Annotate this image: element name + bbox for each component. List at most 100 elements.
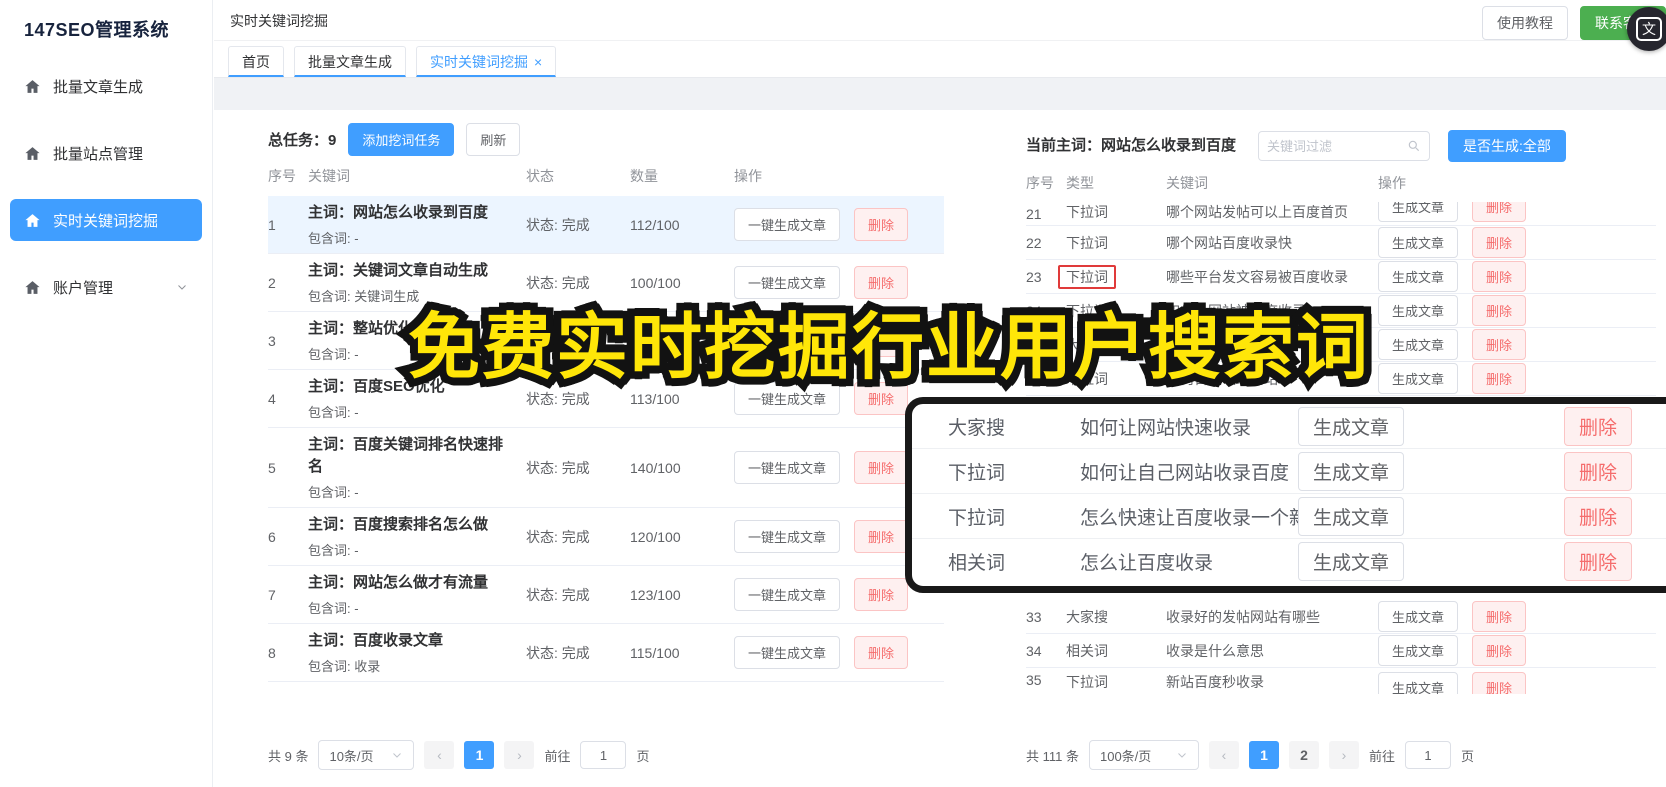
delete-button[interactable]: 删除: [1472, 601, 1527, 632]
generate-articles-button[interactable]: 一键生成文章: [734, 266, 841, 299]
table-row[interactable]: 8 主词：百度收录文章 包含词: 收录 状态: 完成 115/100 一键生成文章…: [268, 624, 944, 682]
task-sub-word: 包含词: -: [308, 485, 359, 501]
list-item: 相关词 怎么让百度收录 生成文章 删除: [912, 539, 1666, 584]
task-count: 123/100: [630, 586, 681, 603]
generate-article-button[interactable]: 生成文章: [1298, 496, 1405, 536]
close-icon[interactable]: ×: [534, 55, 542, 69]
sidebar-item-batch-article[interactable]: 批量文章生成: [10, 65, 202, 107]
table-row[interactable]: 3 主词：整站优化 包含词: - 状态: 完成 一键生成文章 删除: [268, 312, 944, 370]
delete-button[interactable]: 删除: [854, 208, 909, 241]
delete-button[interactable]: 删除: [1472, 295, 1527, 326]
task-main-word: 主词：百度收录文章: [308, 631, 444, 649]
generate-article-button[interactable]: 生成文章: [1378, 601, 1459, 632]
next-page-button[interactable]: ›: [1328, 741, 1359, 769]
generate-articles-button[interactable]: 一键生成文章: [734, 382, 841, 415]
generate-articles-button[interactable]: 一键生成文章: [734, 324, 841, 357]
generate-article-button[interactable]: 生成文章: [1298, 451, 1405, 491]
tab-bar: 首页 批量文章生成 实时关键词挖掘 ×: [214, 41, 1666, 78]
page-size-select[interactable]: 100条/页: [1088, 740, 1199, 770]
generate-articles-button[interactable]: 一键生成文章: [734, 520, 841, 553]
generate-articles-button[interactable]: 一键生成文章: [734, 578, 841, 611]
table-row[interactable]: 2 主词：关键词文章自动生成 包含词: 关键词生成 状态: 完成 100/100 …: [268, 254, 944, 312]
generate-article-button[interactable]: 生成文章: [1298, 542, 1405, 581]
delete-button[interactable]: 删除: [1564, 542, 1633, 581]
generate-articles-button[interactable]: 一键生成文章: [734, 208, 841, 241]
delete-button[interactable]: 删除: [854, 636, 909, 669]
sidebar-item-label: 批量文章生成: [53, 78, 144, 96]
generate-article-button[interactable]: 生成文章: [1378, 329, 1459, 360]
delete-button[interactable]: 删除: [854, 266, 909, 299]
table-row: 24 下拉词 如何让网站被百度收录 生成文章 删除: [1026, 294, 1656, 328]
delete-button[interactable]: 删除: [1564, 496, 1633, 536]
prev-page-button[interactable]: ‹: [424, 741, 455, 769]
delete-button[interactable]: 删除: [1472, 672, 1527, 694]
keyword-filter-input[interactable]: [1267, 138, 1407, 154]
help-button[interactable]: 使用教程: [1482, 6, 1568, 40]
table-row[interactable]: 6 主词：百度搜索排名怎么做 包含词: - 状态: 完成 120/100 一键生成…: [268, 508, 944, 566]
delete-button[interactable]: 删除: [1564, 406, 1633, 446]
prev-page-button[interactable]: ‹: [1208, 741, 1239, 769]
tab-keyword-mining[interactable]: 实时关键词挖掘 ×: [416, 46, 557, 77]
next-page-button[interactable]: ›: [504, 741, 535, 769]
generate-article-button[interactable]: 生成文章: [1378, 635, 1459, 666]
sidebar-item-account[interactable]: 账户管理: [10, 266, 202, 308]
keyword-text: 怎么让百度收录: [1080, 553, 1214, 574]
page-title: 实时关键词挖掘: [230, 13, 328, 29]
table-row[interactable]: 4 主词：百度SEO优化 包含词: - 状态: 完成 113/100 一键生成文章…: [268, 370, 944, 428]
generate-article-button[interactable]: 生成文章: [1378, 295, 1459, 326]
tab-batch-article[interactable]: 批量文章生成: [294, 46, 406, 77]
goto-page-input[interactable]: [580, 741, 627, 769]
task-sub-word: 包含词: -: [308, 601, 359, 617]
generate-article-button[interactable]: 生成文章: [1378, 363, 1459, 394]
delete-button[interactable]: 删除: [1472, 329, 1527, 360]
delete-button[interactable]: 删除: [1472, 261, 1527, 292]
list-item: 大家搜 如何让网站快速收录 生成文章 删除: [912, 404, 1666, 449]
keyword-text: 如何让网站被百度收录: [1166, 302, 1306, 319]
delete-button[interactable]: 删除: [854, 578, 909, 611]
keyword-text: 收录是什么意思: [1166, 642, 1264, 659]
delete-button[interactable]: 删除: [1472, 227, 1527, 258]
task-count: 100/100: [630, 274, 681, 291]
sidebar-item-label: 账户管理: [53, 279, 114, 297]
delete-button[interactable]: 删除: [854, 324, 909, 357]
delete-button[interactable]: 删除: [854, 451, 909, 484]
generate-articles-button[interactable]: 一键生成文章: [734, 451, 841, 484]
keyword-type: 大家搜: [1066, 336, 1108, 353]
task-pagination: 共 9 条 10条/页 ‹ 1 › 前往 页: [268, 740, 650, 770]
sidebar-item-keyword-mining[interactable]: 实时关键词挖掘: [10, 199, 202, 241]
add-task-button[interactable]: 添加挖词任务: [348, 122, 455, 156]
generate-article-button[interactable]: 生成文章: [1378, 227, 1459, 258]
table-row[interactable]: 7 主词：网站怎么做才有流量 包含词: - 状态: 完成 123/100 一键生成…: [268, 566, 944, 624]
refresh-button[interactable]: 刷新: [466, 122, 521, 156]
delete-button[interactable]: 删除: [854, 382, 909, 415]
tab-label: 首页: [242, 53, 270, 70]
task-main-word: 主词：百度SEO优化: [308, 377, 445, 395]
column-header: 序号: [1026, 175, 1054, 191]
delete-button[interactable]: 删除: [1564, 451, 1633, 491]
generate-article-button[interactable]: 生成文章: [1378, 672, 1459, 694]
generate-article-button[interactable]: 生成文章: [1378, 261, 1459, 292]
delete-button[interactable]: 删除: [1472, 363, 1527, 394]
tab-home[interactable]: 首页: [228, 46, 284, 77]
generate-article-button[interactable]: 生成文章: [1378, 202, 1459, 222]
keyword-filter-box: [1258, 131, 1430, 161]
page-number-button[interactable]: 2: [1288, 741, 1319, 769]
delete-button[interactable]: 删除: [854, 520, 909, 553]
generate-all-button[interactable]: 是否生成:全部: [1448, 130, 1566, 162]
page-number-button[interactable]: 1: [1248, 741, 1279, 769]
table-row[interactable]: 1 主词：网站怎么收录到百度 包含词: - 状态: 完成 112/100 一键生成…: [268, 196, 944, 254]
delete-button[interactable]: 删除: [1472, 635, 1527, 666]
row-index: 8: [268, 644, 276, 661]
sidebar-item-batch-site[interactable]: 批量站点管理: [10, 132, 202, 174]
table-row[interactable]: 5 主词：百度关键词排名快速排名 包含词: - 状态: 完成 140/100 一键…: [268, 428, 944, 508]
page-size-select[interactable]: 10条/页: [318, 740, 415, 770]
goto-page-input[interactable]: [1405, 741, 1451, 769]
keyword-type: 下拉词: [1066, 204, 1108, 220]
generate-article-button[interactable]: 生成文章: [1298, 406, 1405, 446]
floating-widget[interactable]: 文: [1627, 7, 1666, 51]
column-header: 数量: [630, 168, 658, 184]
generate-articles-button[interactable]: 一键生成文章: [734, 636, 841, 669]
delete-button[interactable]: 删除: [1472, 202, 1527, 222]
task-sub-word: 包含词: -: [308, 405, 359, 421]
page-number-button[interactable]: 1: [464, 741, 495, 769]
